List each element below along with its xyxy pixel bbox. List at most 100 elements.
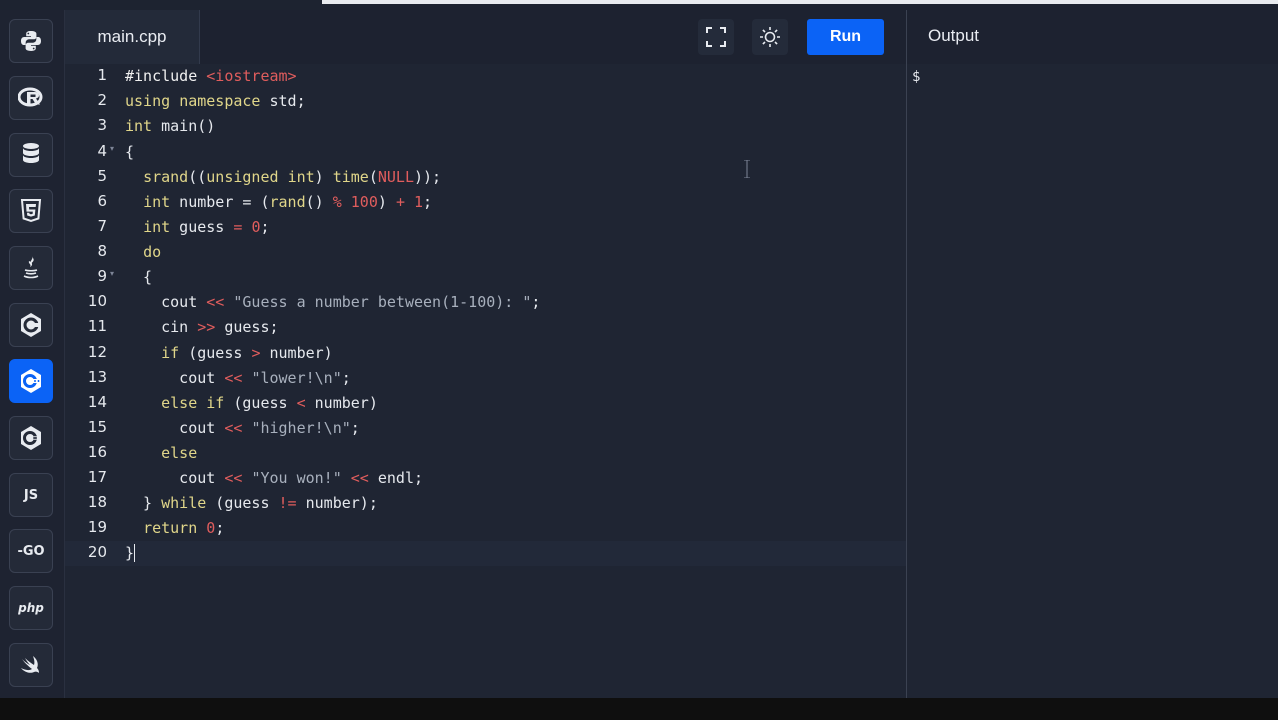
code-text: } while (guess != number); (125, 494, 378, 512)
line-number: 13 (87, 368, 107, 386)
fullscreen-icon (706, 27, 726, 47)
code-text: else if (guess < number) (161, 394, 378, 412)
code-text: int guess = 0; (143, 218, 270, 236)
go-button[interactable]: -GO (9, 529, 53, 573)
output-title: Output (928, 26, 980, 45)
code-line: 12 if (guess > number) (65, 341, 906, 366)
line-number: 12 (87, 343, 107, 361)
line-number: 18 (87, 493, 107, 511)
python-button[interactable] (9, 19, 53, 63)
run-button[interactable]: Run (807, 19, 884, 55)
sql-button[interactable] (9, 133, 53, 177)
line-number: 15 (87, 418, 107, 436)
code-line: 17 cout << "You won!" << endl; (65, 466, 906, 491)
java-button[interactable] (9, 246, 53, 290)
code-text: using namespace std; (125, 92, 306, 110)
line-number: 6 (97, 192, 107, 210)
file-tab-main-cpp[interactable]: main.cpp (65, 10, 200, 64)
line-number: 1 (97, 66, 107, 84)
code-text: int number = (rand() % 100) + 1; (143, 193, 433, 211)
line-number: 2 (97, 91, 107, 109)
html5-button[interactable] (9, 189, 53, 233)
code-line-current: 20} (65, 541, 906, 566)
code-line: 15 cout << "higher!\n"; (65, 416, 906, 441)
line-number: 17 (87, 468, 107, 486)
fold-arrow-icon[interactable]: ▾ (110, 144, 114, 153)
code-text: srand((unsigned int) time(NULL)); (143, 168, 442, 186)
code-text: cout << "Guess a number between(1-100): … (125, 293, 541, 311)
line-number: 7 (97, 217, 107, 235)
cpp-button[interactable] (9, 359, 53, 403)
output-panel[interactable]: $ (907, 64, 1278, 698)
code-line: 18 } while (guess != number); (65, 491, 906, 516)
line-number: 5 (97, 167, 107, 185)
php-button[interactable]: php (9, 586, 53, 630)
php-icon: php (18, 601, 44, 615)
theme-toggle-button[interactable] (752, 19, 788, 55)
fullscreen-button[interactable] (698, 19, 734, 55)
code-text: #include <iostream> (125, 67, 297, 85)
code-text: cin >> guess; (125, 318, 279, 336)
java-icon (23, 256, 39, 279)
swift-icon (21, 656, 39, 673)
code-line: 11 cin >> guess; (65, 315, 906, 340)
line-number: 8 (97, 242, 107, 260)
line-number: 14 (87, 393, 107, 411)
line-number: 3 (97, 116, 107, 134)
bottom-bar (0, 698, 1278, 720)
html5-icon (20, 199, 42, 223)
code-text: else (161, 444, 198, 462)
code-line: 6 int number = (rand() % 100) + 1; (65, 190, 906, 215)
code-text: cout << "higher!\n"; (125, 419, 360, 437)
line-number: 10 (87, 292, 107, 310)
code-line: 7 int guess = 0; (65, 215, 906, 240)
r-button[interactable] (9, 76, 53, 120)
database-icon (23, 143, 39, 163)
python-icon (21, 31, 41, 51)
code-text: cout << "lower!\n"; (125, 369, 351, 387)
code-text: cout << "You won!" << endl; (125, 469, 424, 487)
code-text: { (125, 268, 153, 286)
code-line: 4 ▾ { (65, 140, 906, 165)
code-editor[interactable]: 1 #include <iostream> 2 using namespace st… (65, 64, 906, 698)
top-highlight (322, 0, 1278, 4)
fold-arrow-icon[interactable]: ▾ (110, 269, 114, 278)
c-button[interactable] (9, 303, 53, 347)
code-text: } (125, 544, 136, 562)
code-line: 2 using namespace std; (65, 89, 906, 114)
code-line: 9 ▾ { (65, 265, 906, 290)
sun-icon (760, 27, 780, 47)
code-text: int main() (125, 117, 216, 135)
output-header: Output (907, 10, 1278, 64)
code-line: 3 int main() (65, 114, 906, 139)
terminal-prompt: $ (912, 69, 921, 85)
code-line: 1 #include <iostream> (65, 64, 906, 89)
csharp-button[interactable] (9, 416, 53, 460)
text-cursor-icon (744, 160, 750, 178)
line-number: 9 (97, 267, 107, 285)
editor-toolbar: main.cpp Run (65, 10, 906, 64)
code-text: if (guess > number) (161, 344, 333, 362)
c-icon (21, 313, 41, 337)
code-line: 10 cout << "Guess a number between(1-100… (65, 290, 906, 315)
r-icon (18, 87, 43, 107)
code-text: { (125, 143, 135, 161)
csharp-icon (21, 426, 41, 450)
swift-button[interactable] (9, 643, 53, 687)
code-line: 5 srand((unsigned int) time(NULL)); (65, 165, 906, 190)
code-line: 14 else if (guess < number) (65, 391, 906, 416)
code-line: 8 do (65, 240, 906, 265)
code-text: return 0; (143, 519, 225, 537)
line-number: 11 (87, 317, 107, 335)
code-line: 16 else (65, 441, 906, 466)
javascript-icon: JS (23, 487, 39, 503)
line-number: 16 (87, 443, 107, 461)
line-number: 19 (87, 518, 107, 536)
javascript-button[interactable]: JS (9, 473, 53, 517)
cpp-icon (21, 369, 41, 393)
line-number: 4 (97, 142, 107, 160)
window-top-strip (0, 0, 1278, 10)
language-sidebar: JS -GO php (0, 10, 65, 698)
code-line: 19 return 0; (65, 516, 906, 541)
code-line: 13 cout << "lower!\n"; (65, 366, 906, 391)
